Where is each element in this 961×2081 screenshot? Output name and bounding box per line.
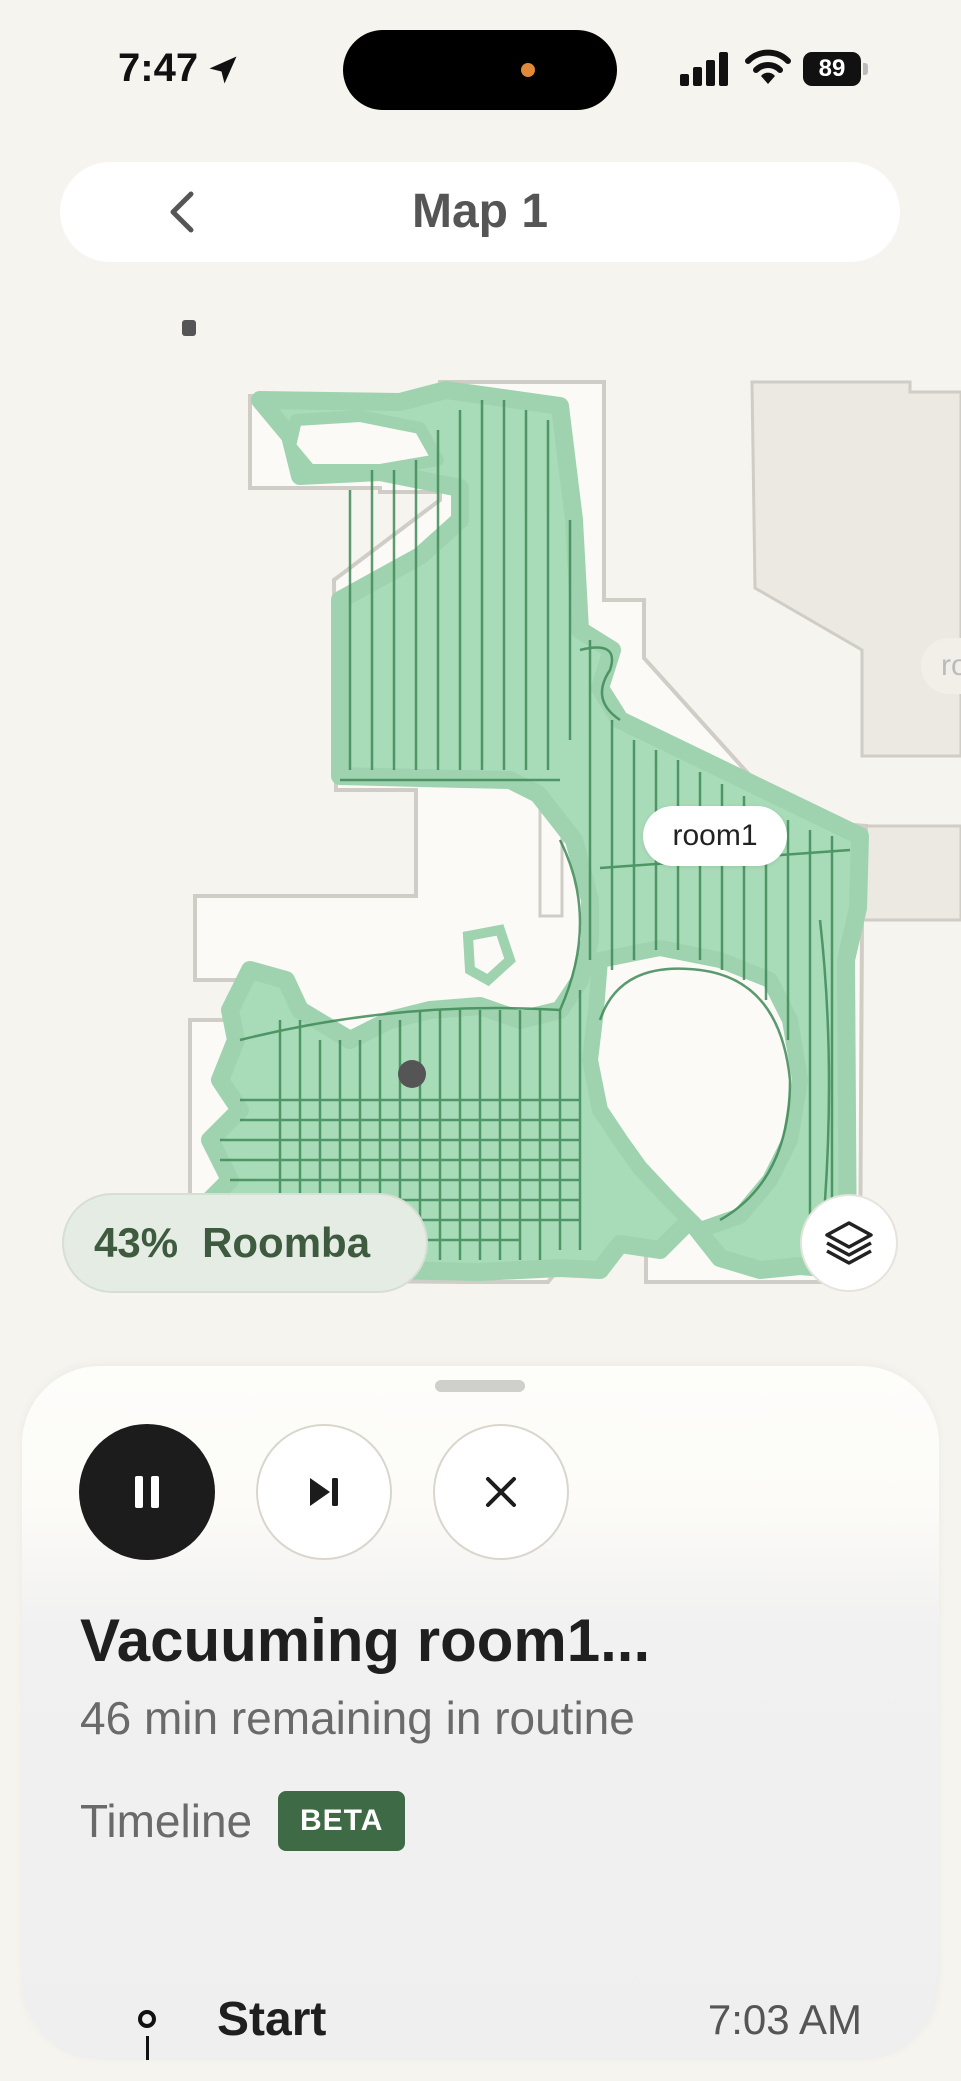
map-layers-button[interactable] <box>800 1194 898 1292</box>
job-remaining-time: 46 min remaining in routine <box>80 1692 635 1744</box>
cleaning-map[interactable] <box>0 320 961 1300</box>
header-bar: Map 1 <box>60 162 900 262</box>
location-arrow-icon <box>209 56 237 84</box>
status-bar: 7:47 89 <box>0 0 961 140</box>
robot-battery-percent: 43% <box>94 1219 179 1266</box>
job-status-title: Vacuuming room1... <box>80 1607 651 1674</box>
chevron-left-icon <box>170 191 194 233</box>
layers-icon <box>825 1221 873 1265</box>
pause-button[interactable] <box>79 1424 215 1560</box>
wifi-icon <box>745 49 791 84</box>
robot-position-marker <box>398 1060 426 1088</box>
timeline-event-time: 7:03 AM <box>707 1996 862 2043</box>
pause-icon <box>135 1476 159 1508</box>
timeline-event-label: Start <box>217 1993 327 2046</box>
beta-badge: BETA <box>278 1791 406 1851</box>
cellular-signal-icon <box>680 52 728 86</box>
timeline-start-dot-icon <box>138 2010 156 2028</box>
status-time: 7:47 <box>118 46 199 90</box>
room-label-room1[interactable]: room1 <box>643 806 787 866</box>
skip-next-icon <box>310 1478 338 1506</box>
sheet-grabber[interactable] <box>435 1380 525 1392</box>
adjacent-room-area <box>750 380 961 758</box>
back-button[interactable] <box>160 190 204 234</box>
battery-tip <box>863 63 868 75</box>
privacy-indicator-dot <box>521 63 535 77</box>
bottom-sheet[interactable]: Vacuuming room1... 46 min remaining in r… <box>22 1366 939 2060</box>
battery-level: 89 <box>803 52 861 86</box>
dynamic-island <box>343 30 617 110</box>
battery-indicator: 89 <box>803 52 869 86</box>
robot-status-chip[interactable]: 43% Roomba <box>62 1193 428 1293</box>
adjacent-room-strip <box>860 824 961 922</box>
robot-name: Roomba <box>202 1219 371 1266</box>
stop-button[interactable] <box>433 1424 569 1560</box>
close-icon <box>486 1477 516 1507</box>
timeline-heading: Timeline <box>80 1795 253 1847</box>
timeline-connector <box>146 2036 149 2060</box>
dock-icon <box>182 320 196 336</box>
skip-button[interactable] <box>256 1424 392 1560</box>
